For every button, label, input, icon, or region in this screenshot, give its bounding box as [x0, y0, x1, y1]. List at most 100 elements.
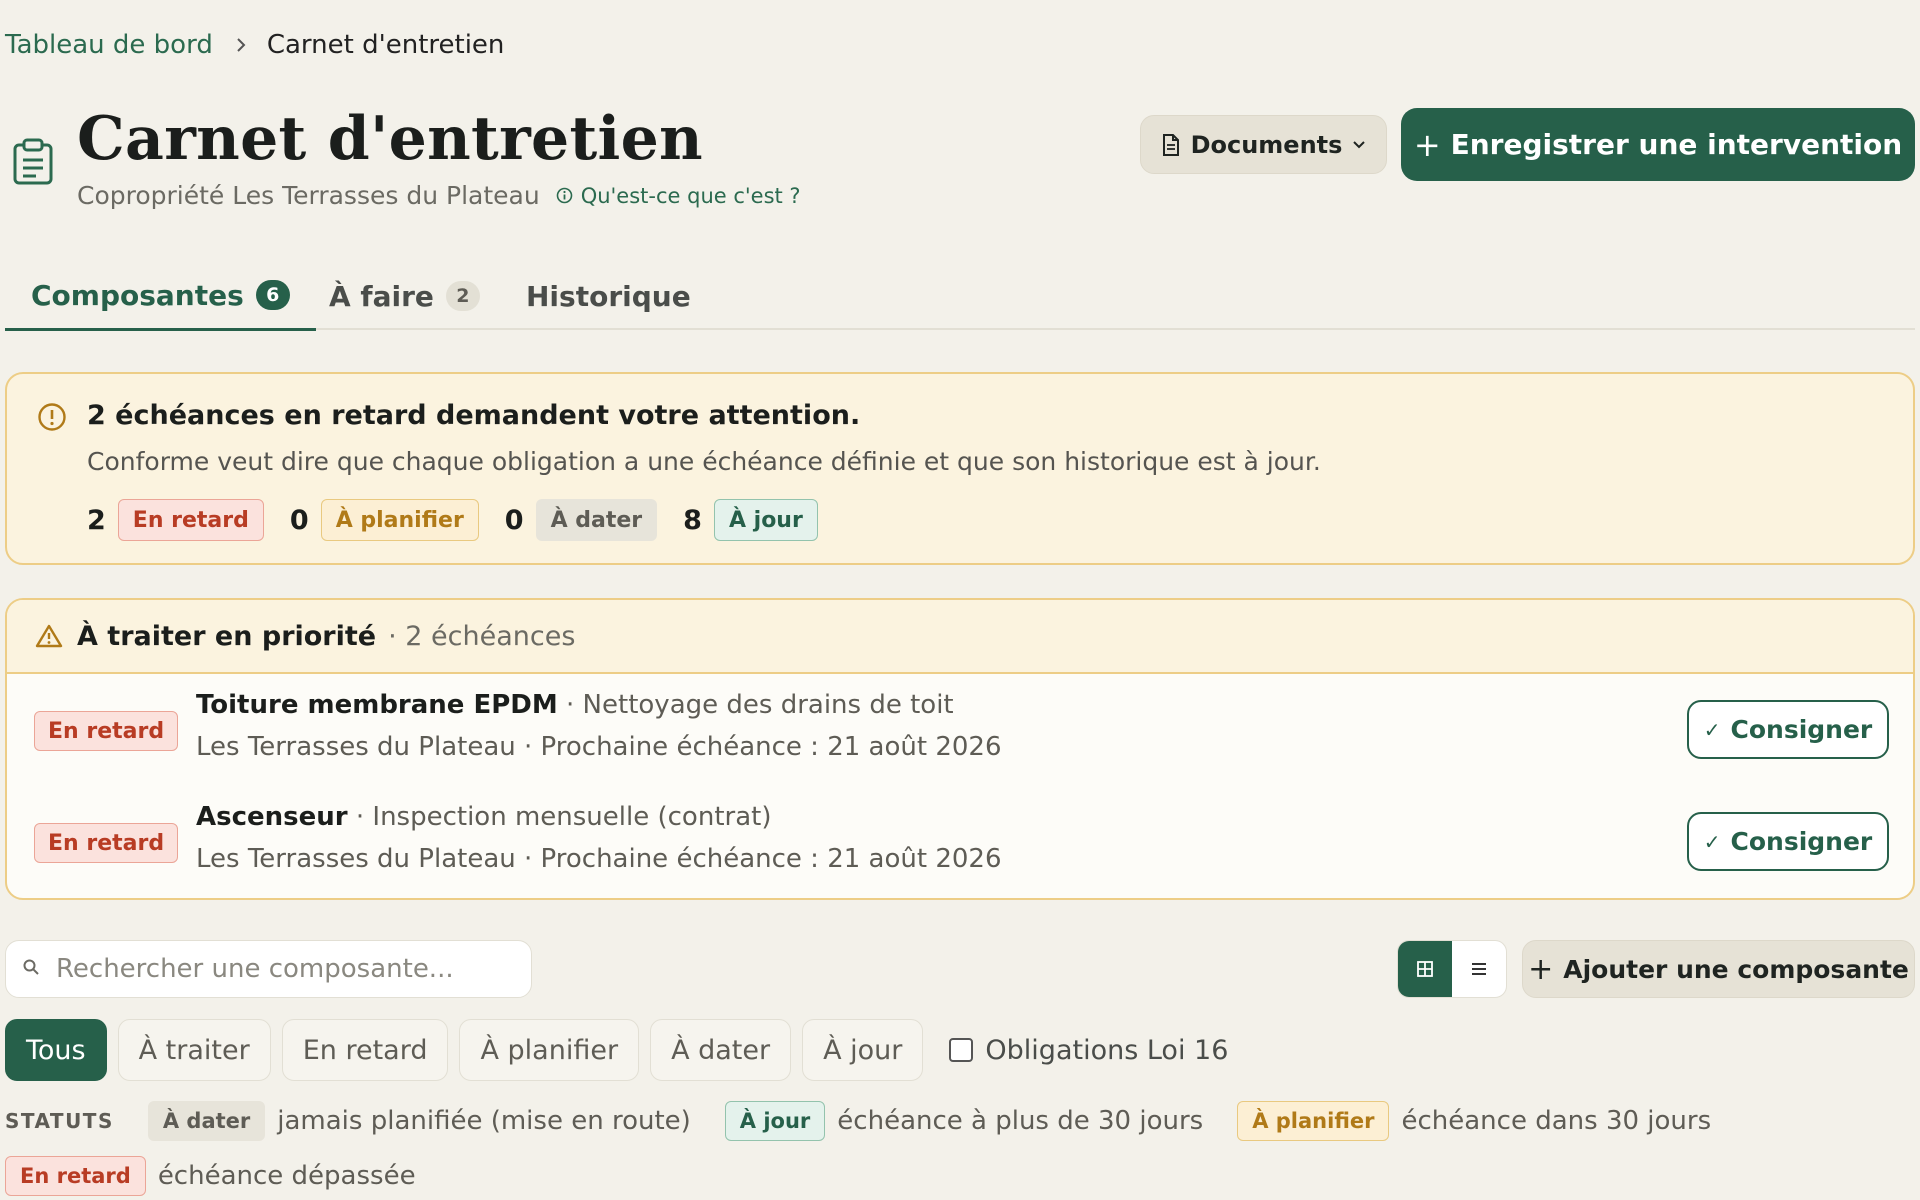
- task-name: · Nettoyage des drains de toit: [566, 690, 954, 720]
- help-link[interactable]: Qu'est-ce que c'est ?: [556, 184, 801, 208]
- consign-label: Consigner: [1730, 715, 1873, 744]
- record-intervention-button[interactable]: + Enregistrer une intervention: [1401, 108, 1915, 181]
- info-icon: [556, 187, 572, 204]
- grid-icon: [1417, 961, 1433, 977]
- task-name: · Inspection mensuelle (contrat): [355, 802, 772, 832]
- stat-count: 0: [289, 504, 309, 536]
- document-icon: [1161, 133, 1181, 157]
- alert-title: 2 échéances en retard demandent votre at…: [87, 400, 861, 431]
- status-badge: À planifier: [1237, 1101, 1390, 1141]
- tab-bar: Composantes 6 À faire 2 Historique: [5, 262, 1915, 331]
- tab-count-badge: 6: [255, 280, 290, 310]
- consign-label: Consigner: [1730, 827, 1873, 856]
- documents-button-label: Documents: [1190, 130, 1343, 159]
- component-name: Toiture membrane EPDM: [196, 690, 558, 720]
- legend-description: échéance dépassée: [157, 1161, 416, 1191]
- help-link-label: Qu'est-ce que c'est ?: [580, 183, 801, 208]
- alert-description: Conforme veut dire que chaque obligation…: [87, 447, 1321, 476]
- law16-label: Obligations Loi 16: [985, 1034, 1229, 1066]
- page: Tableau de bord Carnet d'entretien Carne…: [0, 0, 1920, 1200]
- checkbox[interactable]: [949, 1038, 974, 1062]
- search-box: [5, 940, 532, 998]
- breadcrumb-link-dashboard[interactable]: Tableau de bord: [5, 30, 213, 60]
- check-icon: ✓: [1703, 829, 1721, 854]
- stat-count: 8: [683, 504, 702, 536]
- stat-a-dater: 0 À dater: [504, 499, 658, 541]
- status-badge: En retard: [34, 823, 179, 863]
- consign-button[interactable]: ✓ Consigner: [1687, 700, 1889, 759]
- record-intervention-label: Enregistrer une intervention: [1450, 128, 1903, 161]
- plus-icon: +: [1528, 951, 1554, 987]
- legend-description: échéance dans 30 jours: [1401, 1106, 1712, 1136]
- tab-a-faire[interactable]: À faire 2: [329, 262, 480, 330]
- stat-count: 0: [504, 504, 524, 536]
- priority-count: · 2 échéances: [388, 620, 576, 652]
- tab-count-badge: 2: [445, 281, 480, 311]
- filter-en-retard[interactable]: En retard: [281, 1019, 449, 1081]
- status-badge: En retard: [117, 499, 264, 541]
- tab-composantes[interactable]: Composantes 6: [5, 262, 316, 331]
- status-badge: À jour: [724, 1101, 826, 1141]
- status-badge: À planifier: [320, 499, 479, 541]
- filter-a-planifier[interactable]: À planifier: [459, 1019, 640, 1081]
- alert-circle-icon: [37, 402, 67, 436]
- priority-panel: À traiter en priorité · 2 échéances En r…: [5, 598, 1915, 900]
- clipboard-icon: [12, 138, 54, 190]
- add-component-label: Ajouter une composante: [1563, 954, 1909, 984]
- tab-historique[interactable]: Historique: [526, 262, 691, 330]
- status-legend: STATUTS À dater jamais planifiée (mise e…: [5, 1101, 1745, 1141]
- law16-filter-checkbox[interactable]: Obligations Loi 16: [949, 1035, 1228, 1066]
- breadcrumb: Tableau de bord Carnet d'entretien: [5, 30, 504, 60]
- stat-count: 2: [87, 504, 106, 536]
- priority-header: À traiter en priorité · 2 échéances: [7, 600, 1913, 674]
- plus-icon: +: [1413, 125, 1441, 164]
- status-summary: 2 En retard 0 À planifier 0 À dater 8 À …: [87, 499, 844, 541]
- priority-item: En retard Toiture membrane EPDM · Nettoy…: [7, 676, 1913, 788]
- documents-dropdown-button[interactable]: Documents: [1140, 115, 1387, 174]
- grid-view-button[interactable]: [1398, 941, 1452, 997]
- chevron-right-icon: [235, 36, 247, 54]
- add-component-button[interactable]: + Ajouter une composante: [1522, 940, 1915, 998]
- priority-item-detail: Les Terrasses du Plateau · Prochaine éch…: [196, 732, 1002, 762]
- list-icon: [1472, 963, 1486, 975]
- priority-item: En retard Ascenseur · Inspection mensuel…: [7, 788, 1913, 898]
- consign-button[interactable]: ✓ Consigner: [1687, 812, 1889, 871]
- filter-tous[interactable]: Tous: [5, 1019, 107, 1081]
- legend-description: jamais planifiée (mise en route): [277, 1106, 691, 1136]
- component-name: Ascenseur: [196, 802, 348, 832]
- check-icon: ✓: [1703, 717, 1721, 742]
- priority-title: À traiter en priorité: [77, 620, 377, 652]
- status-badge: À dater: [147, 1101, 266, 1141]
- chevron-down-icon: [1352, 140, 1366, 150]
- search-icon: [22, 958, 40, 980]
- status-legend-row-2: En retard échéance dépassée: [5, 1156, 450, 1196]
- status-badge: À dater: [535, 499, 658, 541]
- tab-label: Composantes: [31, 278, 244, 312]
- filter-a-dater[interactable]: À dater: [650, 1019, 792, 1081]
- overdue-alert: 2 échéances en retard demandent votre at…: [5, 372, 1915, 565]
- list-view-button[interactable]: [1452, 941, 1506, 997]
- search-input[interactable]: [56, 954, 496, 984]
- property-name: Copropriété Les Terrasses du Plateau: [77, 181, 540, 210]
- priority-item-detail: Les Terrasses du Plateau · Prochaine éch…: [196, 844, 1002, 874]
- stat-a-planifier: 0 À planifier: [290, 499, 479, 541]
- status-badge: En retard: [34, 711, 179, 751]
- view-toggle: [1397, 940, 1507, 998]
- breadcrumb-current: Carnet d'entretien: [266, 30, 505, 60]
- priority-item-title: Ascenseur · Inspection mensuelle (contra…: [196, 802, 771, 832]
- warning-triangle-icon: [35, 623, 63, 649]
- status-filters: Tous À traiter En retard À planifier À d…: [5, 1019, 1228, 1081]
- stat-a-jour: 8 À jour: [683, 499, 818, 541]
- filter-a-traiter[interactable]: À traiter: [117, 1019, 271, 1081]
- tab-label: À faire: [329, 279, 434, 313]
- filter-a-jour[interactable]: À jour: [802, 1019, 924, 1081]
- legend-title: STATUTS: [5, 1109, 114, 1133]
- stat-en-retard: 2 En retard: [87, 499, 264, 541]
- tab-label: Historique: [526, 279, 691, 313]
- priority-item-title: Toiture membrane EPDM · Nettoyage des dr…: [196, 690, 954, 720]
- legend-description: échéance à plus de 30 jours: [837, 1106, 1204, 1136]
- page-subtitle: Copropriété Les Terrasses du Plateau Qu'…: [77, 181, 801, 210]
- status-badge: En retard: [5, 1156, 146, 1196]
- status-badge: À jour: [713, 499, 818, 541]
- page-title: Carnet d'entretien: [77, 104, 703, 174]
